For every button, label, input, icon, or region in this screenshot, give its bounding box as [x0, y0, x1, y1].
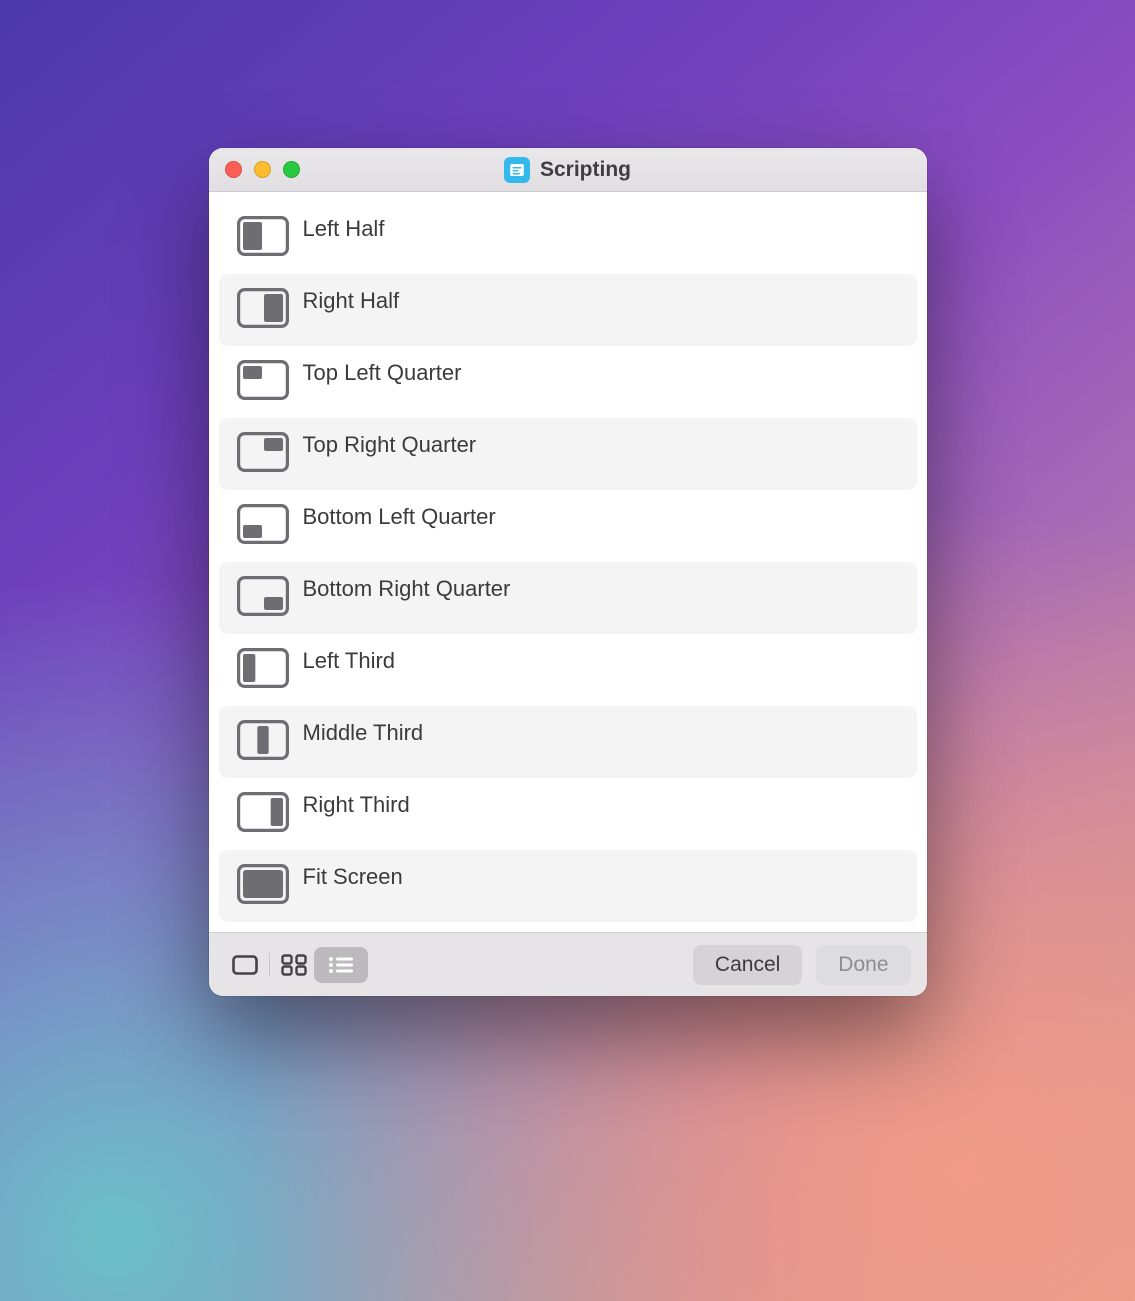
action-label: Right Third	[303, 790, 410, 818]
zoom-window-button[interactable]	[283, 161, 300, 178]
right-third-icon	[237, 792, 303, 837]
view-grid-button[interactable]	[274, 948, 314, 982]
view-separator	[269, 953, 270, 977]
bottom-right-quarter-icon	[237, 576, 303, 621]
action-list[interactable]: Left Half Right Half Top Left Quarter Top R…	[209, 192, 927, 932]
scripting-app-icon	[504, 157, 530, 183]
action-top-right-quarter[interactable]: Top Right Quarter	[219, 418, 917, 490]
traffic-lights	[225, 148, 300, 191]
action-label: Middle Third	[303, 718, 424, 746]
bottom-left-quarter-icon	[237, 504, 303, 549]
right-half-icon	[237, 288, 303, 333]
bottom-toolbar: Cancel Done	[209, 932, 927, 996]
minimize-window-button[interactable]	[254, 161, 271, 178]
window-title: Scripting	[540, 158, 631, 182]
action-right-third[interactable]: Right Third	[219, 778, 917, 850]
action-top-left-quarter[interactable]: Top Left Quarter	[219, 346, 917, 418]
action-bottom-left-quarter[interactable]: Bottom Left Quarter	[219, 490, 917, 562]
action-label: Top Left Quarter	[303, 358, 462, 386]
action-label: Bottom Right Quarter	[303, 574, 511, 602]
top-left-quarter-icon	[237, 360, 303, 405]
desktop-background: Scripting Left Half Right Half Top Left Qu…	[0, 0, 1135, 1301]
action-label: Left Half	[303, 214, 385, 242]
action-left-third[interactable]: Left Third	[219, 634, 917, 706]
left-half-icon	[237, 216, 303, 261]
cancel-button[interactable]: Cancel	[693, 945, 802, 985]
action-label: Right Half	[303, 286, 400, 314]
scripting-window: Scripting Left Half Right Half Top Left Qu…	[209, 148, 927, 996]
action-right-half[interactable]: Right Half	[219, 274, 917, 346]
view-single-button[interactable]	[225, 948, 265, 982]
top-right-quarter-icon	[237, 432, 303, 477]
view-mode-group	[225, 947, 368, 983]
titlebar[interactable]: Scripting	[209, 148, 927, 192]
action-label: Fit Screen	[303, 862, 403, 890]
close-window-button[interactable]	[225, 161, 242, 178]
window-title-wrap: Scripting	[504, 157, 631, 183]
action-label: Bottom Left Quarter	[303, 502, 496, 530]
left-third-icon	[237, 648, 303, 693]
done-button[interactable]: Done	[816, 945, 910, 985]
fit-screen-icon	[237, 864, 303, 909]
middle-third-icon	[237, 720, 303, 765]
view-list-button[interactable]	[314, 947, 368, 983]
action-label: Left Third	[303, 646, 396, 674]
action-left-half[interactable]: Left Half	[219, 202, 917, 274]
action-label: Top Right Quarter	[303, 430, 477, 458]
action-bottom-right-quarter[interactable]: Bottom Right Quarter	[219, 562, 917, 634]
action-fit-screen[interactable]: Fit Screen	[219, 850, 917, 922]
action-middle-third[interactable]: Middle Third	[219, 706, 917, 778]
